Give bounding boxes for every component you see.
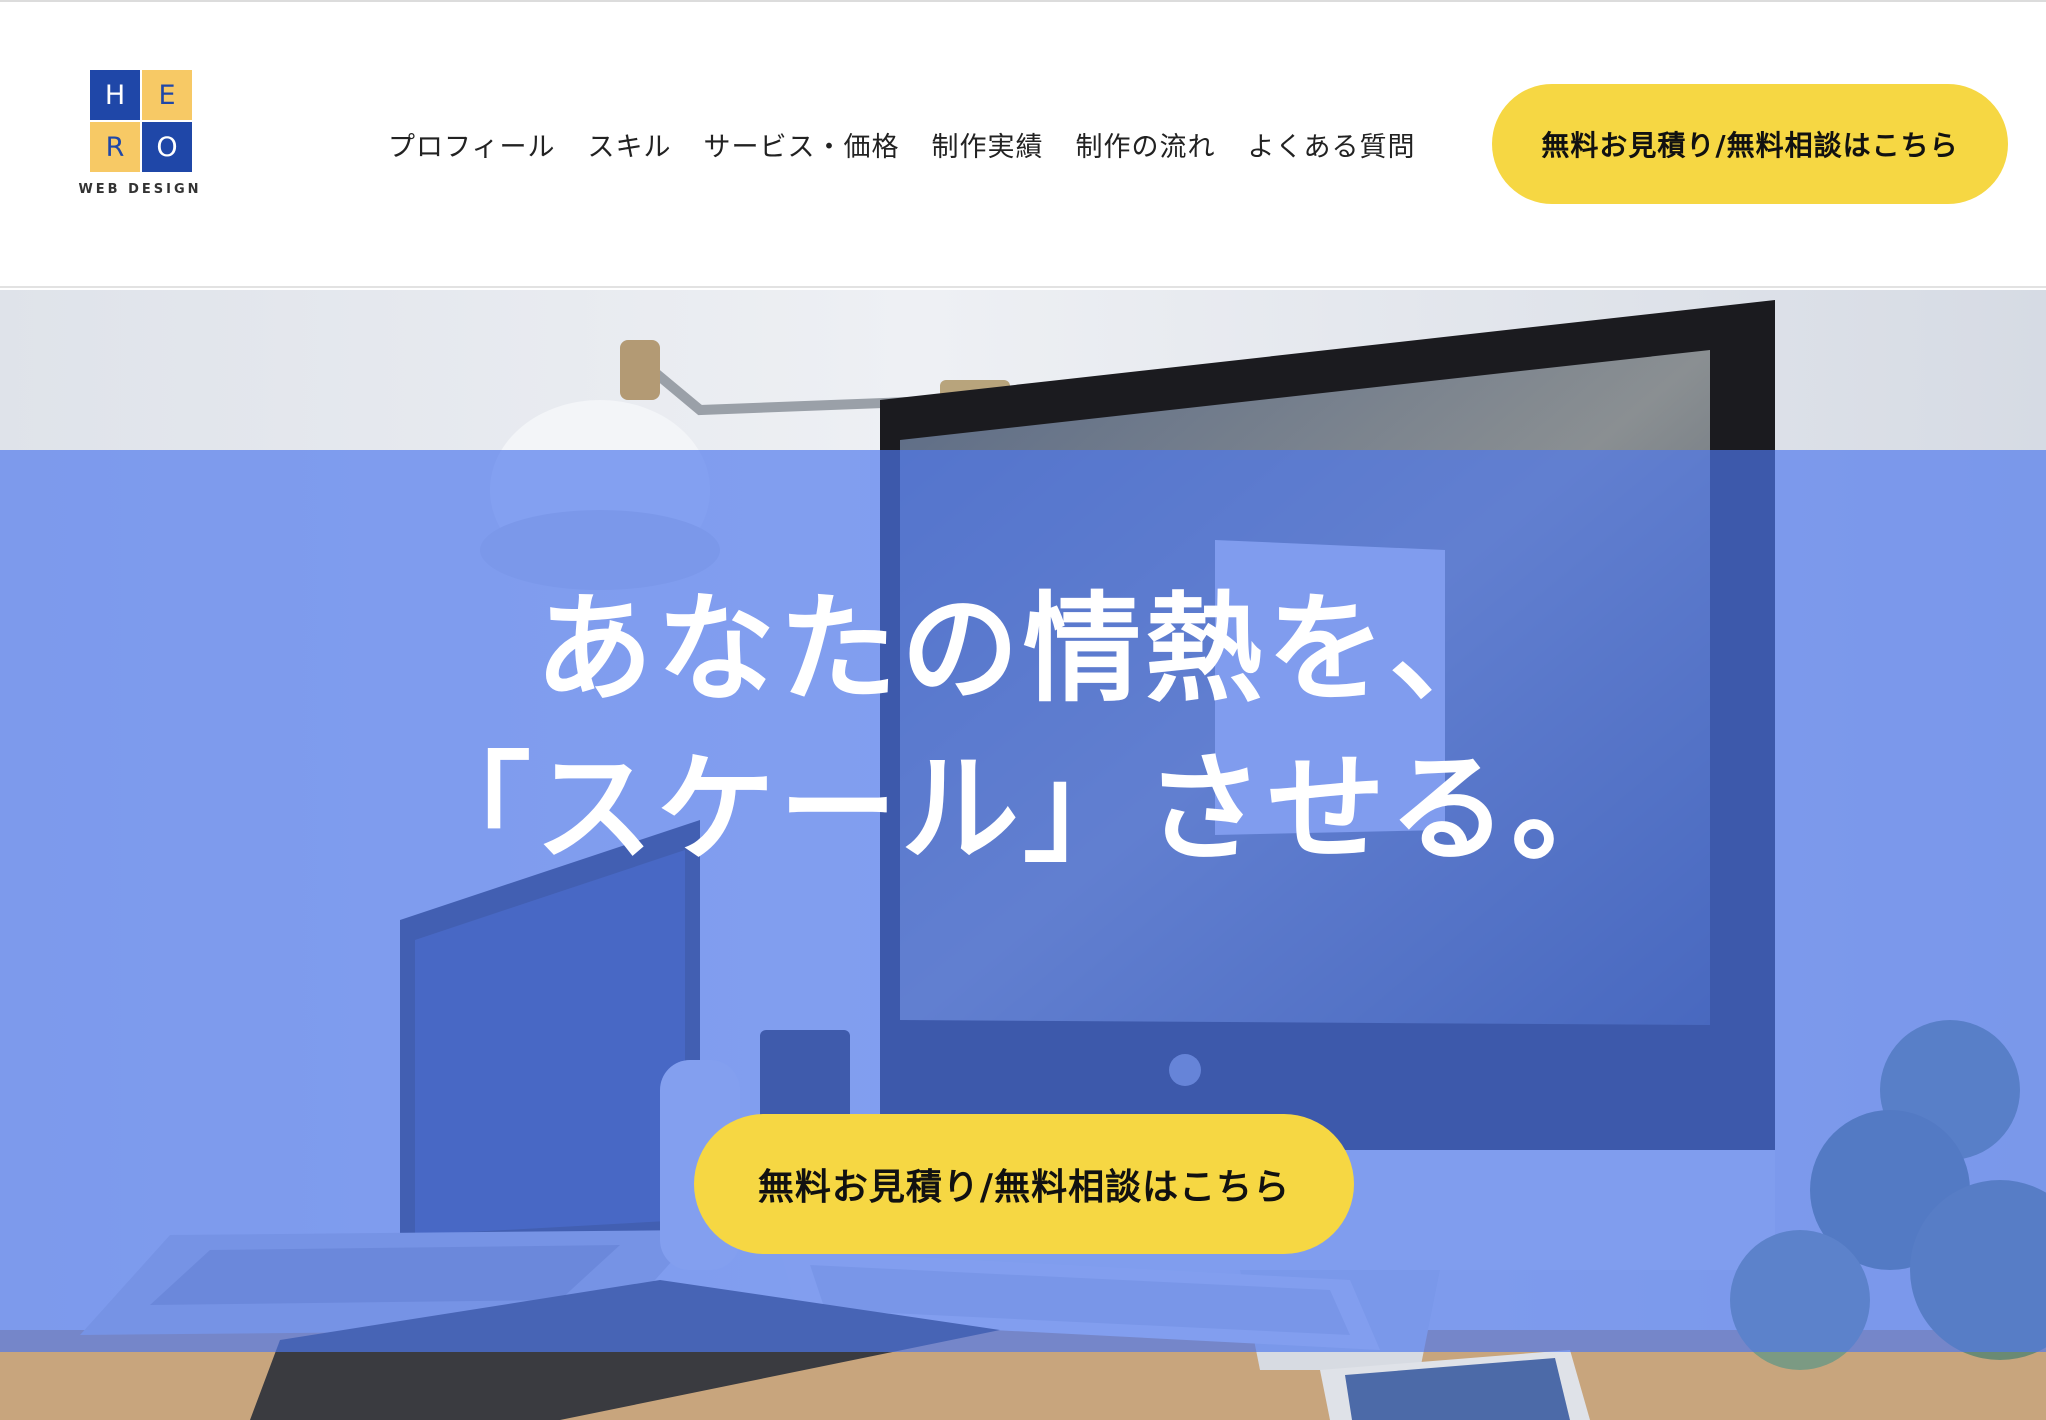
logo-mark: H E R O bbox=[90, 70, 194, 174]
logo-letter-e: E bbox=[142, 70, 192, 120]
main-nav: プロフィール スキル サービス・価格 制作実績 制作の流れ よくある質問 bbox=[388, 122, 1415, 166]
hero-headline-line2: 「スケール」させる。 bbox=[412, 740, 1633, 878]
logo-letter-h: H bbox=[90, 70, 140, 120]
hero-headline-line1: あなたの情熱を、 bbox=[534, 580, 1511, 718]
header-estimate-button[interactable]: 無料お見積り/無料相談はこちら bbox=[1492, 84, 2008, 204]
logo-letter-o: O bbox=[142, 122, 192, 172]
hero-estimate-button[interactable]: 無料お見積り/無料相談はこちら bbox=[694, 1114, 1354, 1254]
site-header: H E R O WEB DESIGN プロフィール スキル サービス・価格 制作… bbox=[0, 0, 2046, 288]
hero-web-design-logo[interactable]: H E R O WEB DESIGN bbox=[78, 70, 208, 200]
nav-link-skills[interactable]: スキル bbox=[587, 125, 671, 164]
logo-letter-r: R bbox=[90, 122, 140, 172]
hero-section: あなたの情熱を、 「スケール」させる。 無料お見積り/無料相談はこちら bbox=[0, 290, 2046, 1420]
logo-caption: WEB DESIGN bbox=[78, 182, 202, 197]
nav-link-profile[interactable]: プロフィール bbox=[388, 125, 555, 164]
nav-link-faq[interactable]: よくある質問 bbox=[1247, 125, 1415, 164]
nav-link-works[interactable]: 制作実績 bbox=[931, 125, 1043, 164]
nav-link-services-pricing[interactable]: サービス・価格 bbox=[703, 125, 899, 164]
nav-link-workflow[interactable]: 制作の流れ bbox=[1075, 125, 1215, 164]
